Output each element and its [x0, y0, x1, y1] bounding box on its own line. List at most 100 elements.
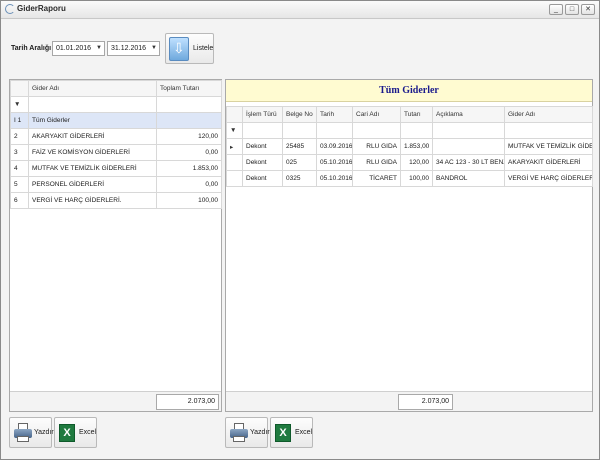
tutari: 120,00 — [400, 154, 433, 171]
detail-table: İşlem Türü Belge No Tarih Cari Adı Tutar… — [226, 106, 593, 187]
category-total: 1.853,00 — [156, 160, 222, 177]
window-title: GiderRaporu — [17, 4, 66, 13]
row-indicator — [226, 154, 243, 171]
excel-icon: X — [275, 424, 291, 442]
table-row[interactable]: Dekont 025 05.10.2016 RLU GIDA 120,00 34… — [226, 154, 593, 171]
category-name: MUTFAK VE TEMİZLİK GİDERLERİ — [28, 160, 157, 177]
print-label: Yazdır — [250, 429, 270, 436]
detail-footer: 2.073,00 — [226, 391, 592, 411]
excel-label: Excel — [295, 429, 313, 436]
close-button[interactable]: ✕ — [581, 4, 595, 15]
start-date-field[interactable]: 01.01.2016 ▼ — [52, 41, 105, 56]
column-header-tarih[interactable]: Tarih — [316, 106, 353, 123]
category-total: 0,00 — [156, 176, 222, 193]
category-name: VERGİ VE HARÇ GİDERLERİ. — [28, 192, 157, 209]
category-total: 0,00 — [156, 144, 222, 161]
left-print-button[interactable]: Yazdır — [9, 417, 54, 448]
table-row[interactable]: ▸ Dekont 25485 03.09.2016 RLU GIDA 1.853… — [226, 138, 593, 155]
belge-no: 025 — [282, 154, 317, 171]
cari-adi: RLU GIDA — [352, 138, 401, 155]
filter-cell[interactable] — [432, 122, 505, 139]
right-excel-button[interactable]: X Excel — [270, 417, 313, 448]
list-button[interactable]: Listele — [165, 33, 214, 64]
maximize-button[interactable]: □ — [565, 4, 579, 15]
chevron-down-icon[interactable]: ▼ — [96, 42, 102, 55]
row-number: 2 — [10, 128, 29, 145]
aciklama: 34 AC 123 - 30 LT BENZİN — [432, 154, 505, 171]
tarih: 03.09.2016 — [316, 138, 353, 155]
filter-cell[interactable] — [504, 122, 593, 139]
list-button-label: Listele — [193, 45, 214, 52]
category-total: 100,00 — [156, 192, 222, 209]
table-row[interactable]: 6 VERGİ VE HARÇ GİDERLERİ. 100,00 — [10, 192, 222, 209]
filter-cell[interactable] — [156, 96, 222, 113]
filter-cell[interactable] — [316, 122, 353, 139]
row-number: 1 — [17, 117, 22, 124]
table-row[interactable]: Dekont 0325 05.10.2016 TİCARET 100,00 BA… — [226, 170, 593, 187]
filter-cell[interactable] — [282, 122, 317, 139]
column-header-belge-no[interactable]: Belge No — [282, 106, 317, 123]
left-excel-button[interactable]: X Excel — [54, 417, 97, 448]
cari-adi: RLU GIDA — [352, 154, 401, 171]
aciklama: BANDROL — [432, 170, 505, 187]
gider-adi: MUTFAK VE TEMİZLİK GİDERLERİ — [504, 138, 593, 155]
filter-cell[interactable] — [352, 122, 401, 139]
table-row[interactable]: 4 MUTFAK VE TEMİZLİK GİDERLERİ 1.853,00 — [10, 160, 222, 177]
title-bar: GiderRaporu _ □ ✕ — [1, 1, 599, 19]
print-label: Yazdır — [34, 429, 54, 436]
printer-icon — [230, 423, 248, 443]
row-indicator-header — [226, 106, 243, 123]
column-header-gider-adi[interactable]: Gider Adı — [504, 106, 593, 123]
chevron-down-icon[interactable]: ▼ — [151, 42, 157, 55]
end-date-field[interactable]: 31.12.2016 ▼ — [107, 41, 160, 56]
category-name: Tüm Giderler — [28, 112, 157, 129]
islem-turu: Dekont — [242, 138, 283, 155]
table-row[interactable]: 5 PERSONEL GİDERLERİ 0,00 — [10, 176, 222, 193]
table-row[interactable]: 3 FAİZ VE KOMİSYON GİDERLERİ 0,00 — [10, 144, 222, 161]
gider-adi: VERGİ VE HARÇ GİDERLERİ. — [504, 170, 593, 187]
row-number: 4 — [10, 160, 29, 177]
table-row[interactable]: 2 AKARYAKIT GİDERLERİ 120,00 — [10, 128, 222, 145]
column-header-tutari[interactable]: Tutarı — [400, 106, 433, 123]
column-header-gider-adi[interactable]: Gider Adı — [28, 80, 157, 97]
excel-icon: X — [59, 424, 75, 442]
filter-cell[interactable] — [242, 122, 283, 139]
row-number: 6 — [10, 192, 29, 209]
detail-header-row: İşlem Türü Belge No Tarih Cari Adı Tutar… — [226, 106, 593, 123]
column-header-islem-turu[interactable]: İşlem Türü — [242, 106, 283, 123]
detail-sum: 2.073,00 — [398, 394, 453, 410]
right-print-button[interactable]: Yazdır — [225, 417, 270, 448]
app-icon — [5, 4, 15, 14]
filter-icon[interactable]: ▼ — [226, 122, 243, 139]
filter-row[interactable]: ▼ — [10, 96, 222, 113]
filter-cell[interactable] — [28, 96, 157, 113]
date-range-label: Tarih Aralığı — [11, 45, 52, 52]
islem-turu: Dekont — [242, 170, 283, 187]
expense-category-grid: Gider Adı Toplam Tutarı ▼ I 1 Tüm Giderl… — [9, 79, 222, 412]
table-row[interactable]: I 1 Tüm Giderler — [10, 112, 222, 129]
row-number: 5 — [10, 176, 29, 193]
filter-icon[interactable]: ▼ — [10, 96, 29, 113]
gider-adi: AKARYAKIT GİDERLERİ — [504, 154, 593, 171]
category-name: PERSONEL GİDERLERİ — [28, 176, 157, 193]
belge-no: 0325 — [282, 170, 317, 187]
tutari: 1.853,00 — [400, 138, 433, 155]
filter-cell[interactable] — [400, 122, 433, 139]
islem-turu: Dekont — [242, 154, 283, 171]
column-header-cari-adi[interactable]: Cari Adı — [352, 106, 401, 123]
aciklama — [432, 138, 505, 155]
minimize-button[interactable]: _ — [549, 4, 563, 15]
category-total — [156, 112, 222, 129]
detail-heading: Tüm Giderler — [226, 80, 592, 102]
cari-adi: TİCARET — [352, 170, 401, 187]
category-name: AKARYAKIT GİDERLERİ — [28, 128, 157, 145]
category-total: 120,00 — [156, 128, 222, 145]
end-date-value: 31.12.2016 — [111, 45, 147, 52]
current-row-icon: ▸ — [226, 138, 243, 155]
filter-row[interactable]: ▼ — [226, 122, 593, 139]
column-header-toplam-tutari[interactable]: Toplam Tutarı — [156, 80, 222, 97]
excel-label: Excel — [79, 429, 97, 436]
column-header-aciklama[interactable]: Açıklama — [432, 106, 505, 123]
row-number-header — [10, 80, 29, 97]
row-cursor: I — [14, 117, 16, 124]
